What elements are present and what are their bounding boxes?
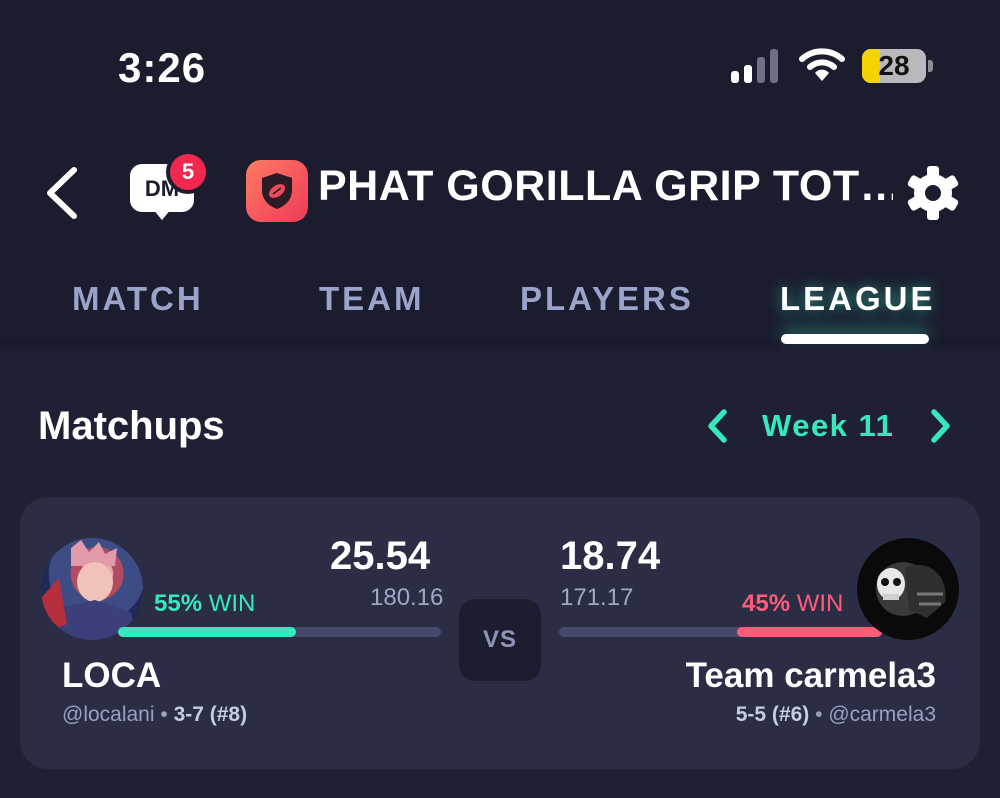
wifi-icon — [799, 48, 845, 81]
battery-percent: 28 — [878, 50, 910, 81]
battery-tip — [928, 60, 933, 72]
left-win-bar-fill — [118, 627, 296, 637]
tab-league[interactable]: LEAGUE — [780, 280, 936, 318]
right-win-probability: 45% WIN — [742, 590, 843, 618]
meta-separator: • — [815, 703, 829, 726]
left-record: 3-7 (#8) — [173, 703, 248, 726]
left-win-bar — [118, 627, 441, 637]
vs-badge: VS — [459, 599, 541, 681]
left-win-label: WIN — [208, 590, 256, 617]
meta-separator: • — [160, 703, 174, 726]
left-team-meta: @localani • 3-7 (#8) — [62, 703, 247, 727]
tab-team[interactable]: TEAM — [319, 280, 425, 318]
left-projected: 180.16 — [370, 584, 444, 611]
tab-players[interactable]: PLAYERS — [520, 280, 694, 318]
avatar-left-art — [41, 540, 137, 640]
right-score: 18.74 — [560, 534, 661, 578]
cellular-signal-icon — [731, 49, 781, 83]
status-time: 3:26 — [118, 44, 207, 91]
league-title[interactable]: PHAT GORILLA GRIP TOT… — [318, 162, 893, 211]
left-win-pct: 55% — [154, 590, 203, 617]
right-record: 5-5 (#6) — [735, 703, 810, 726]
gear-icon[interactable] — [904, 164, 962, 222]
left-team-name[interactable]: LOCA — [62, 656, 161, 696]
chevron-right-icon[interactable] — [922, 404, 958, 448]
tab-match[interactable]: MATCH — [72, 280, 204, 318]
week-selector-label[interactable]: Week 11 — [762, 408, 894, 444]
battery-indicator: 28 — [862, 49, 926, 83]
avatar-right-art — [877, 565, 946, 618]
league-logo[interactable] — [246, 160, 308, 222]
avatar-right[interactable] — [857, 538, 959, 640]
right-win-pct: 45% — [742, 590, 791, 617]
left-score: 25.54 — [330, 534, 431, 578]
dm-chat-tail — [152, 208, 172, 220]
dm-unread-badge: 5 — [166, 150, 210, 194]
football-shield-icon — [262, 173, 292, 209]
right-projected: 171.17 — [560, 584, 634, 611]
chevron-left-icon[interactable] — [700, 404, 736, 448]
right-team-name[interactable]: Team carmela3 — [686, 656, 936, 696]
right-team-meta: 5-5 (#6) • @carmela3 — [736, 703, 936, 727]
right-handle[interactable]: @carmela3 — [828, 703, 936, 726]
left-handle[interactable]: @localani — [62, 703, 155, 726]
avatar-left[interactable] — [41, 538, 143, 640]
back-chevron-icon[interactable] — [38, 160, 88, 226]
right-win-label: WIN — [796, 590, 844, 617]
left-win-probability: 55% WIN — [154, 590, 255, 618]
right-win-bar — [559, 627, 882, 637]
active-tab-indicator — [781, 334, 929, 344]
matchups-title: Matchups — [38, 404, 225, 448]
